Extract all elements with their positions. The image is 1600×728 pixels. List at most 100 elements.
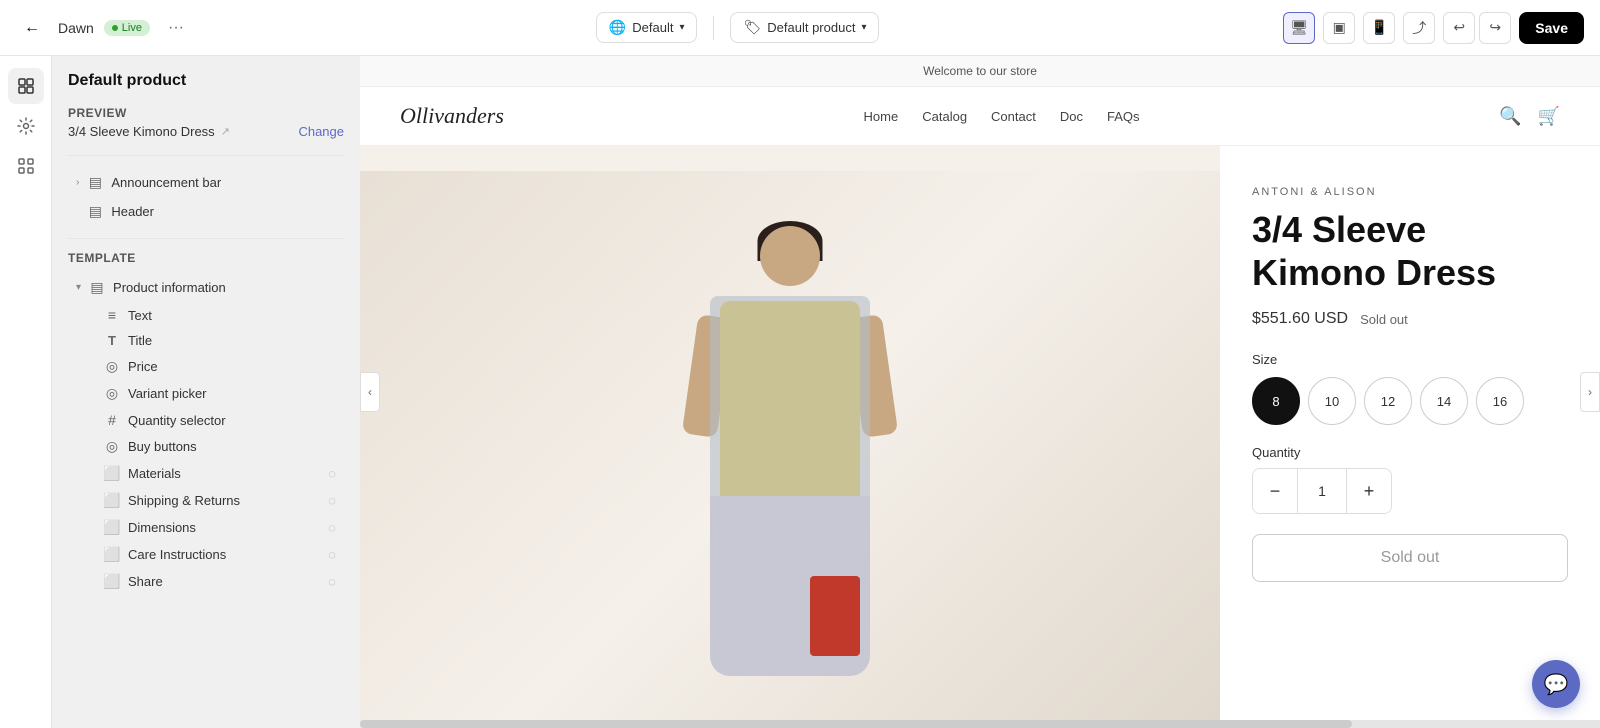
store-nav: Ollivanders Home Catalog Contact Doc FAQ… bbox=[360, 87, 1600, 146]
tablet-view-button[interactable]: ▣ bbox=[1323, 12, 1355, 44]
person-kimono bbox=[710, 296, 870, 526]
product-information-icon: ▤ bbox=[89, 279, 105, 296]
change-button[interactable]: Change bbox=[298, 124, 344, 139]
save-button[interactable]: Save bbox=[1519, 12, 1584, 44]
store-nav-icons: 🔍 🛒 bbox=[1499, 106, 1560, 127]
sidebar-icons bbox=[0, 56, 52, 728]
main-layout: Default product Preview 3/4 Sleeve Kimon… bbox=[0, 0, 1600, 728]
product-information-label: Product information bbox=[113, 280, 226, 295]
store-announcement: Welcome to our store bbox=[360, 56, 1600, 87]
quantity-decrease-button[interactable]: − bbox=[1253, 469, 1297, 513]
live-label: Live bbox=[122, 22, 142, 34]
quantity-label: Quantity bbox=[1252, 445, 1568, 460]
mobile-icon: 📱 bbox=[1371, 19, 1388, 36]
more-button[interactable]: ··· bbox=[160, 12, 192, 44]
announcement-text: Welcome to our store bbox=[923, 64, 1037, 78]
sidebar-item-quantity-selector[interactable]: # Quantity selector bbox=[96, 407, 344, 433]
sidebar-item-variant-picker[interactable]: ◎ Variant picker bbox=[96, 380, 344, 407]
product-information-children: ≡ Text T Title ◎ Price ◎ Variant picker … bbox=[68, 302, 344, 595]
redo-button[interactable]: ↪ bbox=[1479, 12, 1511, 44]
apps-icon[interactable] bbox=[8, 148, 44, 184]
nav-catalog[interactable]: Catalog bbox=[922, 109, 967, 124]
product-brand: ANTONI & ALISON bbox=[1252, 186, 1568, 198]
default-product-dropdown[interactable]: 🏷 Default product ▾ bbox=[730, 12, 879, 43]
chat-button[interactable]: 💬 bbox=[1532, 660, 1580, 708]
size-option-16[interactable]: 16 bbox=[1476, 377, 1524, 425]
sidebar-item-shipping-returns[interactable]: ⬜ Shipping & Returns ◌ bbox=[96, 487, 344, 514]
preview-product: 3/4 Sleeve Kimono Dress ↗ bbox=[68, 124, 230, 139]
sidebar-item-header[interactable]: › ▤ Header bbox=[68, 197, 344, 226]
product-price: $551.60 USD bbox=[1252, 310, 1348, 328]
store-nav-links: Home Catalog Contact Doc FAQs bbox=[864, 109, 1140, 124]
sold-out-button[interactable]: Sold out bbox=[1252, 534, 1568, 582]
preview-product-name: 3/4 Sleeve Kimono Dress bbox=[68, 124, 215, 139]
divider-1 bbox=[68, 155, 344, 156]
default-dropdown[interactable]: 🌐 Default ▾ bbox=[596, 12, 698, 43]
chevron-down-icon: ▾ bbox=[679, 22, 684, 33]
size-options: 8 10 12 14 16 bbox=[1252, 377, 1568, 425]
shipping-hide-icon[interactable]: ◌ bbox=[328, 493, 336, 508]
back-icon: ← bbox=[24, 19, 40, 37]
live-badge: Live bbox=[104, 20, 150, 36]
size-option-14[interactable]: 14 bbox=[1420, 377, 1468, 425]
desktop-view-button[interactable]: 🖥 bbox=[1283, 12, 1315, 44]
sidebar-item-announcement-bar[interactable]: › ▤ Announcement bar bbox=[68, 168, 344, 197]
sidebar-item-buy-buttons[interactable]: ◎ Buy buttons bbox=[96, 433, 344, 460]
quantity-value: 1 bbox=[1297, 469, 1347, 513]
product-image-area bbox=[360, 146, 1220, 728]
quantity-increase-button[interactable]: + bbox=[1347, 469, 1391, 513]
materials-label: Materials bbox=[128, 466, 181, 481]
announcement-bar-icon: ▤ bbox=[87, 174, 103, 191]
shipping-label: Shipping & Returns bbox=[128, 493, 240, 508]
sections-icon[interactable] bbox=[8, 68, 44, 104]
share-side-icon: ⬜ bbox=[104, 573, 120, 590]
sidebar-item-product-information[interactable]: ▾ ▤ Product information bbox=[68, 273, 344, 302]
undo-button[interactable]: ↩ bbox=[1443, 12, 1475, 44]
size-option-12[interactable]: 12 bbox=[1364, 377, 1412, 425]
chevron-down-icon-3: ▾ bbox=[76, 282, 81, 293]
product-title: 3/4 Sleeve Kimono Dress bbox=[1252, 208, 1568, 294]
sidebar-item-share[interactable]: ⬜ Share ◌ bbox=[96, 568, 344, 595]
size-option-8[interactable]: 8 bbox=[1252, 377, 1300, 425]
materials-hide-icon[interactable]: ◌ bbox=[328, 466, 336, 481]
size-option-10[interactable]: 10 bbox=[1308, 377, 1356, 425]
globe-icon: 🌐 bbox=[609, 19, 626, 36]
text-label: Text bbox=[128, 308, 152, 323]
dimensions-hide-icon[interactable]: ◌ bbox=[328, 520, 336, 535]
nav-arrow-right[interactable]: › bbox=[1580, 372, 1600, 412]
nav-contact[interactable]: Contact bbox=[991, 109, 1036, 124]
sidebar-item-text[interactable]: ≡ Text bbox=[96, 302, 344, 328]
horizontal-scrollbar[interactable] bbox=[360, 720, 1600, 728]
share-hide-icon[interactable]: ◌ bbox=[328, 574, 336, 589]
sidebar-item-dimensions[interactable]: ⬜ Dimensions ◌ bbox=[96, 514, 344, 541]
store-logo: Ollivanders bbox=[400, 103, 504, 129]
care-icon: ⬜ bbox=[104, 546, 120, 563]
sidebar-item-materials[interactable]: ⬜ Materials ◌ bbox=[96, 460, 344, 487]
back-button[interactable]: ← bbox=[16, 12, 48, 44]
sidebar-item-title[interactable]: T Title bbox=[96, 328, 344, 353]
nav-doc[interactable]: Doc bbox=[1060, 109, 1083, 124]
nav-faqs[interactable]: FAQs bbox=[1107, 109, 1140, 124]
content-area: Welcome to our store Ollivanders Home Ca… bbox=[360, 56, 1600, 728]
sidebar: Default product Preview 3/4 Sleeve Kimon… bbox=[52, 56, 360, 728]
person-head bbox=[760, 226, 820, 286]
chevron-down-icon-2: ▾ bbox=[861, 22, 866, 33]
sidebar-item-care-instructions[interactable]: ⬜ Care Instructions ◌ bbox=[96, 541, 344, 568]
sidebar-item-price[interactable]: ◎ Price bbox=[96, 353, 344, 380]
mobile-view-button[interactable]: 📱 bbox=[1363, 12, 1395, 44]
nav-arrow-left[interactable]: ‹ bbox=[360, 372, 380, 412]
settings-icon[interactable] bbox=[8, 108, 44, 144]
person-figure bbox=[650, 206, 930, 686]
store-cart-icon[interactable]: 🛒 bbox=[1538, 106, 1560, 127]
header-icon: ▤ bbox=[87, 203, 103, 220]
quantity-selector-label: Quantity selector bbox=[128, 413, 226, 428]
top-bar-center: 🌐 Default ▾ 🏷 Default product ▾ bbox=[204, 12, 1271, 43]
nav-home[interactable]: Home bbox=[864, 109, 899, 124]
size-label: Size bbox=[1252, 352, 1568, 367]
quantity-selector-icon: # bbox=[104, 412, 120, 428]
share-button[interactable]: ⤴ bbox=[1403, 12, 1435, 44]
store-search-icon[interactable]: 🔍 bbox=[1499, 106, 1521, 127]
undo-icon: ↩ bbox=[1453, 19, 1465, 36]
care-hide-icon[interactable]: ◌ bbox=[328, 547, 336, 562]
divider-2 bbox=[68, 238, 344, 239]
